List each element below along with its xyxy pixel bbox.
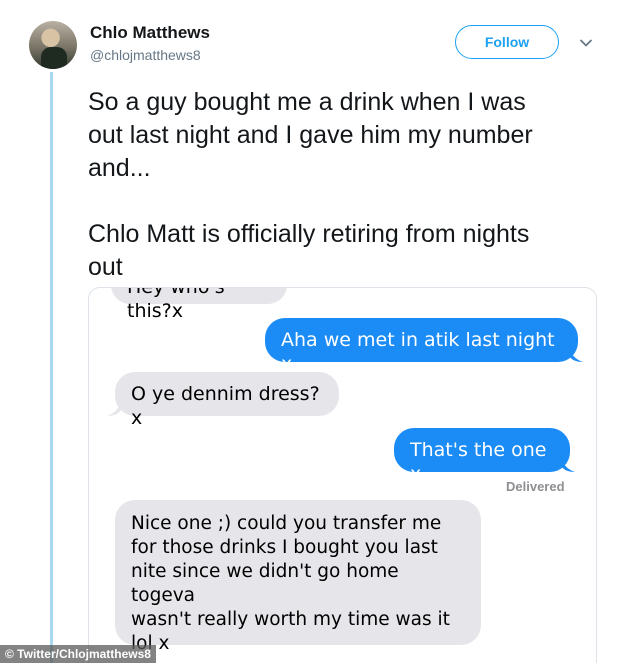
watermark-credit: © Twitter/Chlojmatthews8 — [0, 645, 156, 663]
sent-message: Aha we met in atik last night x — [265, 318, 578, 375]
thread-line — [50, 72, 53, 663]
message-line: Nice one ;) could you transfer me — [131, 513, 442, 534]
message-line: nite since we didn't go home togeva — [131, 561, 399, 606]
bubble-tail — [107, 400, 121, 416]
received-message: Hey who's this?x — [111, 288, 287, 322]
user-handle[interactable]: @chlojmatthews8 — [90, 47, 201, 63]
tweet-line: and... — [88, 154, 151, 182]
follow-button[interactable]: Follow — [455, 25, 559, 59]
message-line: wasn't really worth my time was it — [131, 609, 450, 630]
message-line: lol x — [131, 633, 170, 654]
tweet-line: out last night and I gave him my number — [88, 121, 533, 149]
tweet-line: out — [88, 253, 123, 281]
received-message: O ye dennim dress?x — [115, 372, 339, 429]
attached-image-card[interactable]: Hey who's this?x Aha we met in atik last… — [88, 287, 597, 663]
received-message: Nice one ;) could you transfer me for th… — [115, 500, 481, 654]
avatar[interactable] — [29, 21, 77, 69]
user-display-name[interactable]: Chlo Matthews — [90, 23, 210, 43]
message-line: for those drinks I bought you last — [131, 537, 438, 558]
sent-message: That's the one x — [394, 428, 570, 485]
tweet-line: Chlo Matt is officially retiring from ni… — [88, 220, 530, 248]
tweet-line: So a guy bought me a drink when I was — [88, 88, 526, 116]
chevron-down-icon[interactable] — [578, 35, 594, 51]
delivered-status: Delivered — [506, 479, 565, 494]
avatar-figure — [41, 47, 67, 69]
tweet-text: So a guy bought me a drink when I was ou… — [88, 86, 608, 284]
bubble-tail — [569, 346, 583, 362]
bubble-tail — [561, 456, 575, 472]
